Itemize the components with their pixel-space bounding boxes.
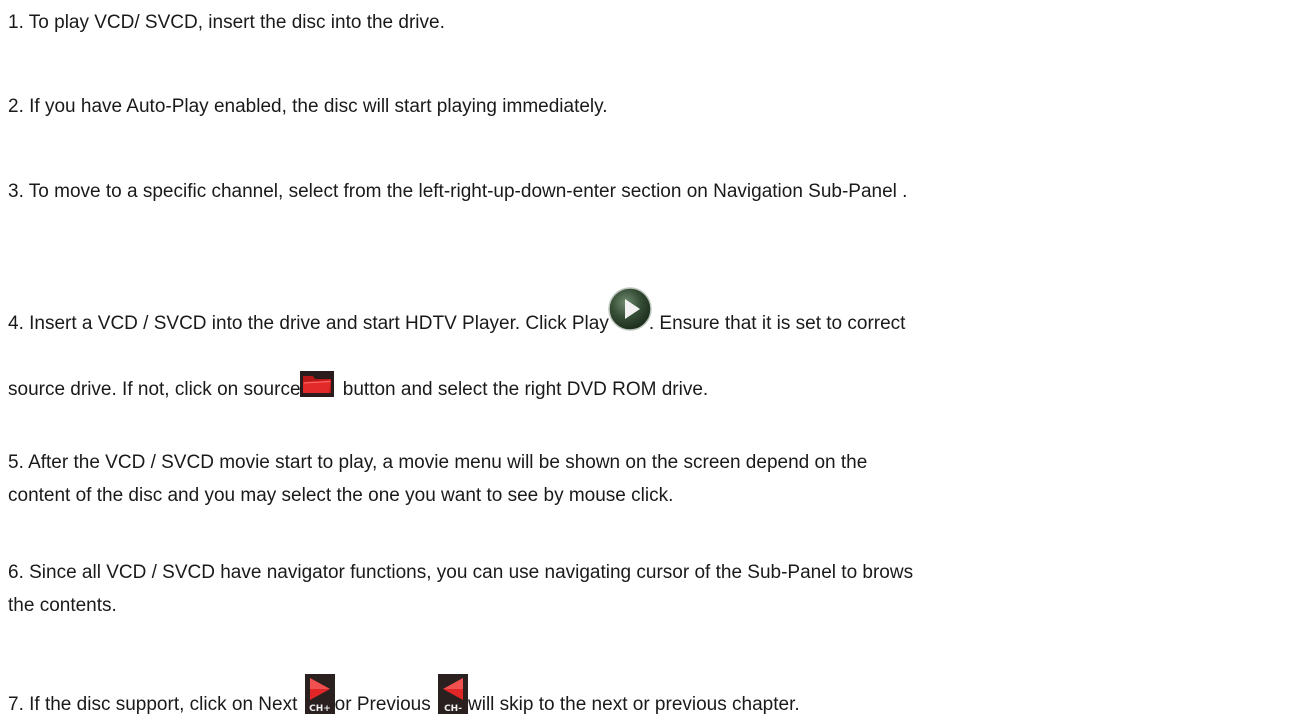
step-4-text-a: 4. Insert a VCD / SVCD into the drive an… xyxy=(8,313,609,334)
step-1: 1. To play VCD/ SVCD, insert the disc in… xyxy=(8,12,445,34)
step-7-text-a: 7. If the disc support, click on Next xyxy=(8,694,303,715)
step-3: 3. To move to a specific channel, select… xyxy=(8,181,907,203)
step-6-line-1: 6. Since all VCD / SVCD have navigator f… xyxy=(8,562,913,584)
step-4-text-d: button and select the right DVD ROM driv… xyxy=(337,379,709,400)
step-4-line-2: source drive. If not, click on source bu… xyxy=(8,371,708,401)
ch-plus-icon[interactable]: CH+ xyxy=(304,674,335,714)
play-icon[interactable] xyxy=(607,286,653,332)
step-6-text-a: 6. Since all VCD / SVCD have navigator f… xyxy=(8,562,914,583)
step-5-line-2: content of the disc and you may select t… xyxy=(8,485,673,507)
step-3-text: 3. To move to a specific channel, select… xyxy=(8,181,908,202)
ch-minus-label: CH- xyxy=(444,704,462,714)
step-7: 7. If the disc support, click on Next CH… xyxy=(8,674,800,716)
ch-plus-label: CH+ xyxy=(309,704,331,714)
step-1-text: 1. To play VCD/ SVCD, insert the disc in… xyxy=(8,12,445,33)
step-6-text-b: the contents. xyxy=(8,595,117,616)
step-2-text: 2. If you have Auto-Play enabled, the di… xyxy=(8,96,608,117)
step-5-text-b: content of the disc and you may select t… xyxy=(8,485,674,506)
step-4-line-1: 4. Insert a VCD / SVCD into the drive an… xyxy=(8,286,905,335)
step-5-line-1: 5. After the VCD / SVCD movie start to p… xyxy=(8,452,867,474)
step-7-text-b: or Previous xyxy=(334,694,437,715)
step-4-text-c: source drive. If not, click on source xyxy=(8,379,301,400)
step-5-text-a: 5. After the VCD / SVCD movie start to p… xyxy=(8,452,868,473)
folder-icon[interactable] xyxy=(299,371,334,397)
ch-minus-icon[interactable]: CH- xyxy=(438,674,469,714)
step-7-text-c: will skip to the next or previous chapte… xyxy=(468,694,800,715)
step-6-line-2: the contents. xyxy=(8,595,117,617)
step-4-text-b: . Ensure that it is set to correct xyxy=(648,313,906,334)
step-2: 2. If you have Auto-Play enabled, the di… xyxy=(8,96,608,118)
